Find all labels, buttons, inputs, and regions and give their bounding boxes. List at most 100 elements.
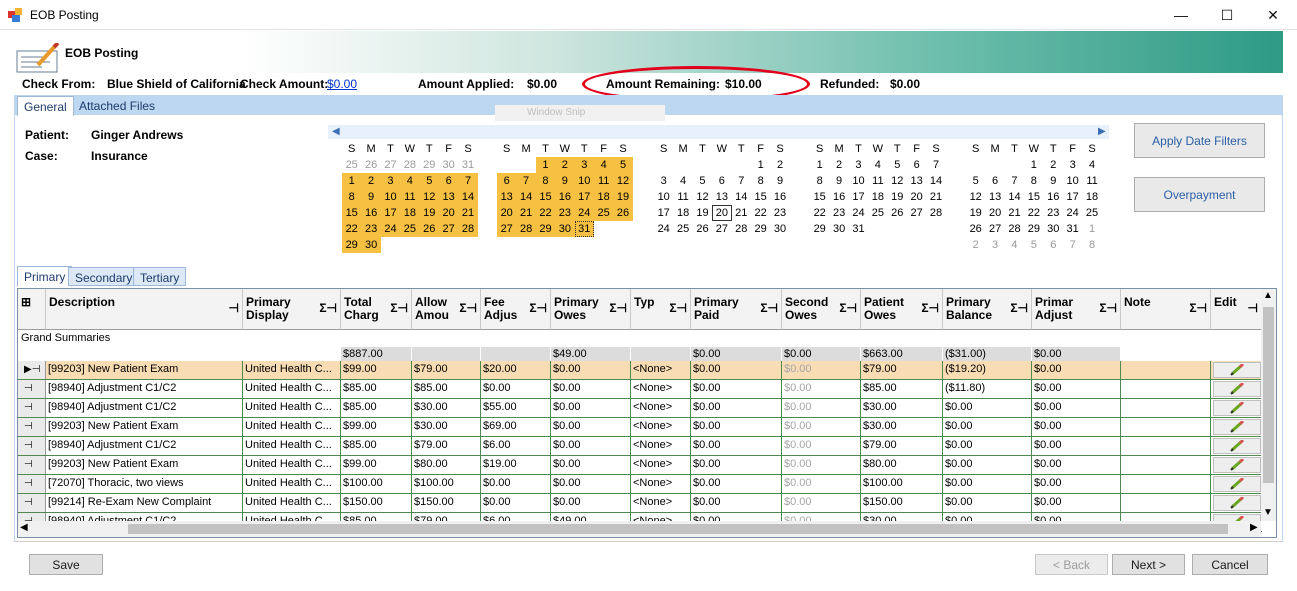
calendar-day[interactable]: 23 bbox=[361, 221, 381, 237]
back-button[interactable]: < Back bbox=[1035, 554, 1108, 575]
calendar-day[interactable]: 2 bbox=[770, 157, 789, 173]
calendar-day[interactable]: 16 bbox=[361, 205, 381, 221]
table-cell[interactable]: [98940] Adjustment C1/C2 bbox=[46, 380, 243, 398]
calendar-day[interactable]: 28 bbox=[400, 157, 419, 173]
column-header[interactable]: Total Charg Σ⊣ bbox=[341, 289, 412, 330]
table-cell[interactable]: <None> bbox=[631, 418, 691, 436]
calendar-day[interactable]: 1 bbox=[810, 157, 829, 173]
row-selector-icon[interactable]: ⊣ bbox=[18, 494, 46, 512]
row-selector-icon[interactable]: ▶⊣ bbox=[18, 361, 46, 379]
calendar-day[interactable]: 29 bbox=[810, 221, 829, 237]
table-cell[interactable]: $80.00 bbox=[412, 456, 481, 474]
calendar-day[interactable]: 7 bbox=[516, 173, 536, 189]
calendar-day[interactable]: 23 bbox=[829, 205, 848, 221]
table-cell[interactable] bbox=[1121, 494, 1211, 512]
calendar-day[interactable]: 12 bbox=[693, 189, 712, 205]
table-cell[interactable] bbox=[1121, 418, 1211, 436]
subtab-primary[interactable]: Primary bbox=[17, 266, 73, 287]
calendar-day[interactable]: 1 bbox=[751, 157, 770, 173]
edit-button[interactable] bbox=[1213, 381, 1261, 397]
table-cell[interactable]: $99.00 bbox=[341, 456, 412, 474]
calendar-day[interactable]: 21 bbox=[458, 205, 478, 221]
scroll-right-icon[interactable]: ▶ bbox=[1250, 522, 1258, 533]
calendar-day[interactable]: 6 bbox=[712, 173, 731, 189]
table-cell[interactable]: <None> bbox=[631, 399, 691, 417]
table-cell[interactable]: $79.00 bbox=[412, 437, 481, 455]
table-cell[interactable]: [99203] New Patient Exam bbox=[46, 456, 243, 474]
calendar-day[interactable]: 4 bbox=[673, 173, 692, 189]
calendar-day[interactable]: 16 bbox=[555, 189, 575, 205]
table-cell[interactable]: United Health C... bbox=[243, 399, 341, 417]
calendar-day[interactable]: 11 bbox=[1082, 173, 1101, 189]
calendar-day[interactable]: 26 bbox=[361, 157, 380, 173]
calendar-day[interactable]: 15 bbox=[535, 189, 556, 205]
table-cell[interactable]: United Health C... bbox=[243, 494, 341, 512]
calendar-day[interactable]: 19 bbox=[613, 189, 633, 205]
subtab-tertiary[interactable]: Tertiary bbox=[133, 267, 187, 286]
calendar-prev-icon[interactable]: ◀ bbox=[332, 126, 340, 137]
calendar-day[interactable]: 31 bbox=[574, 221, 594, 237]
calendar-day[interactable]: 5 bbox=[888, 157, 907, 173]
calendar-day[interactable]: 9 bbox=[770, 173, 789, 189]
table-cell[interactable]: $0.00 bbox=[691, 399, 782, 417]
calendar-day[interactable]: 3 bbox=[574, 157, 594, 173]
calendar-day[interactable]: 3 bbox=[849, 157, 868, 173]
calendar-next-icon[interactable]: ▶ bbox=[1098, 126, 1106, 137]
column-header[interactable]: Primar Adjust Σ⊣ bbox=[1032, 289, 1121, 330]
calendar-day[interactable]: 29 bbox=[1024, 221, 1043, 237]
calendar-day[interactable]: 7 bbox=[1005, 173, 1024, 189]
calendar-day[interactable]: 21 bbox=[732, 205, 751, 221]
table-cell[interactable]: $0.00 bbox=[1032, 361, 1121, 379]
table-cell[interactable]: $0.00 bbox=[782, 494, 861, 512]
table-cell[interactable]: $150.00 bbox=[341, 494, 412, 512]
calendar-day[interactable]: 15 bbox=[810, 189, 829, 205]
sum-pin-icon[interactable]: Σ⊣ bbox=[390, 302, 408, 315]
calendar-day[interactable]: 25 bbox=[400, 221, 420, 237]
calendar-day[interactable]: 18 bbox=[400, 205, 420, 221]
table-cell[interactable]: <None> bbox=[631, 494, 691, 512]
table-cell[interactable]: United Health C... bbox=[243, 475, 341, 493]
table-cell[interactable]: [98940] Adjustment C1/C2 bbox=[46, 399, 243, 417]
date-calendar[interactable]: September 2019SMTWTFS2526272829303112345… bbox=[328, 125, 1109, 256]
calendar-day[interactable]: 1 bbox=[342, 173, 362, 189]
table-cell[interactable]: $0.00 bbox=[551, 380, 631, 398]
calendar-day[interactable]: 26 bbox=[966, 221, 985, 237]
sum-pin-icon[interactable]: Σ⊣ bbox=[529, 302, 547, 315]
column-header[interactable]: Primary Display Σ⊣ bbox=[243, 289, 341, 330]
table-cell[interactable]: $0.00 bbox=[1032, 437, 1121, 455]
calendar-day[interactable]: 20 bbox=[907, 189, 926, 205]
table-cell[interactable]: <None> bbox=[631, 361, 691, 379]
calendar-day[interactable]: 22 bbox=[342, 221, 362, 237]
subtab-secondary[interactable]: Secondary bbox=[68, 267, 140, 286]
column-header[interactable]: Patient Owes Σ⊣ bbox=[861, 289, 943, 330]
calendar-day[interactable]: 6 bbox=[907, 157, 926, 173]
calendar-day[interactable]: 29 bbox=[751, 221, 770, 237]
table-cell[interactable]: $30.00 bbox=[412, 418, 481, 436]
calendar-day[interactable]: 27 bbox=[985, 221, 1004, 237]
column-header[interactable]: Primary Owes Σ⊣ bbox=[551, 289, 631, 330]
save-button[interactable]: Save bbox=[29, 554, 103, 575]
cancel-button[interactable]: Cancel bbox=[1192, 554, 1268, 575]
table-cell[interactable]: $0.00 bbox=[943, 475, 1032, 493]
scroll-up-icon[interactable]: ▲ bbox=[1263, 290, 1273, 301]
calendar-day[interactable]: 2 bbox=[555, 157, 575, 173]
row-selector-icon[interactable]: ⊣ bbox=[18, 399, 46, 417]
calendar-day[interactable]: 2 bbox=[966, 237, 985, 253]
sum-pin-icon[interactable]: Σ⊣ bbox=[1189, 302, 1207, 315]
calendar-day[interactable]: 5 bbox=[1024, 237, 1043, 253]
calendar-day[interactable]: 22 bbox=[535, 205, 556, 221]
calendar-day[interactable]: 1 bbox=[535, 157, 556, 173]
calendar-day[interactable]: 25 bbox=[342, 157, 361, 173]
scroll-down-icon[interactable]: ▼ bbox=[1263, 507, 1273, 518]
calendar-day[interactable]: 23 bbox=[770, 205, 789, 221]
calendar-day[interactable]: 31 bbox=[849, 221, 868, 237]
calendar-day[interactable]: 13 bbox=[438, 189, 459, 205]
table-cell[interactable] bbox=[1121, 361, 1211, 379]
calendar-day[interactable]: 28 bbox=[1005, 221, 1024, 237]
calendar-day[interactable]: 13 bbox=[907, 173, 926, 189]
row-selector-icon[interactable]: ⊣ bbox=[18, 418, 46, 436]
table-cell[interactable]: $0.00 bbox=[782, 361, 861, 379]
table-cell[interactable]: United Health C... bbox=[243, 418, 341, 436]
calendar-day[interactable]: 4 bbox=[1005, 237, 1024, 253]
table-cell[interactable]: $0.00 bbox=[1032, 418, 1121, 436]
